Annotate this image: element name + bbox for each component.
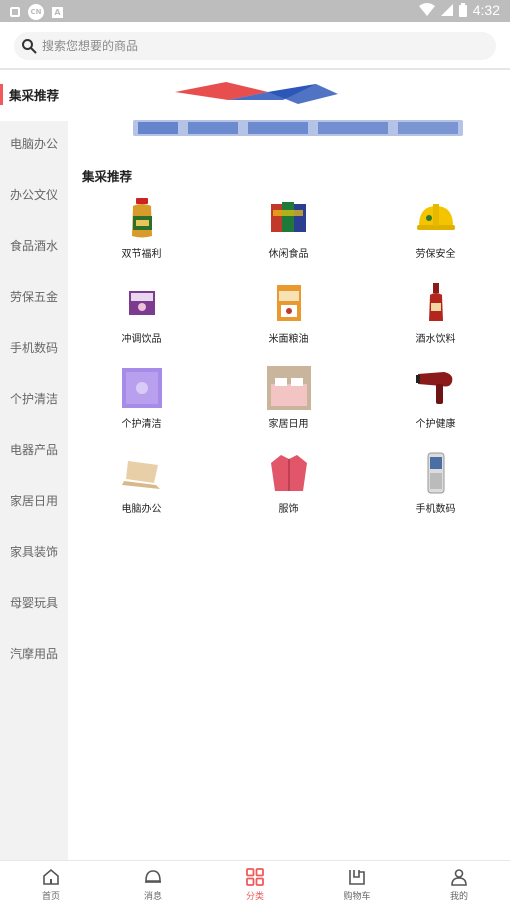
category-item-wine[interactable]: 酒水饮料 bbox=[362, 281, 509, 366]
promo-banner[interactable] bbox=[78, 80, 503, 142]
wine-bottle-icon bbox=[428, 283, 443, 321]
cleaning-pack-icon bbox=[121, 368, 162, 408]
category-label: 酒水饮料 bbox=[415, 334, 456, 345]
tab-messages[interactable]: 消息 bbox=[102, 861, 204, 904]
cc-badge-icon: CN bbox=[28, 4, 44, 20]
tab-label: 购物车 bbox=[343, 892, 371, 902]
category-item-snacks[interactable]: 休闲食品 bbox=[215, 196, 362, 281]
category-label: 个护健康 bbox=[415, 419, 456, 430]
oil-bottle-icon bbox=[131, 198, 152, 238]
category-label: 电脑办公 bbox=[121, 504, 162, 515]
tab-category[interactable]: 分类 bbox=[204, 861, 306, 904]
status-time: 4:32 bbox=[472, 2, 500, 18]
sidebar-item-baby-toys[interactable]: 母婴玩具 bbox=[0, 578, 68, 629]
tab-label: 消息 bbox=[143, 892, 162, 902]
search-icon bbox=[22, 39, 37, 54]
home-icon bbox=[43, 868, 59, 885]
tab-label: 我的 bbox=[449, 892, 468, 902]
sidebar-item-household[interactable]: 家居日用 bbox=[0, 476, 68, 527]
category-label: 劳保安全 bbox=[415, 249, 456, 260]
category-item-personal-care[interactable]: 个护清洁 bbox=[68, 366, 215, 451]
sidebar-item-phones[interactable]: 手机数码 bbox=[0, 323, 68, 374]
category-label: 冲调饮品 bbox=[121, 334, 162, 345]
tab-cart[interactable]: 购物车 bbox=[306, 861, 408, 904]
category-item-safety[interactable]: 劳保安全 bbox=[362, 196, 509, 281]
category-label: 手机数码 bbox=[415, 504, 456, 515]
jacket-icon bbox=[270, 455, 307, 491]
sidebar-item-jicai[interactable]: 集采推荐 bbox=[0, 70, 68, 121]
sidebar-item-appliances[interactable]: 电器产品 bbox=[0, 425, 68, 476]
search-bar bbox=[0, 22, 510, 70]
tab-label: 分类 bbox=[245, 892, 264, 902]
sidebar-item-computer-office[interactable]: 电脑办公 bbox=[0, 119, 68, 170]
category-label: 双节福利 bbox=[121, 249, 162, 260]
rice-bag-icon bbox=[276, 285, 301, 321]
snack-pack-icon bbox=[270, 202, 306, 232]
laptop-icon bbox=[121, 461, 160, 489]
a-badge-icon: A bbox=[52, 6, 63, 18]
search-box[interactable] bbox=[14, 32, 496, 60]
category-item-health[interactable]: 个护健康 bbox=[362, 366, 509, 451]
category-item-drinks-mix[interactable]: 冲调饮品 bbox=[68, 281, 215, 366]
category-icon bbox=[246, 868, 264, 886]
hair-dryer-icon bbox=[415, 372, 452, 404]
wifi-icon bbox=[418, 3, 435, 16]
category-label: 米面粮油 bbox=[268, 334, 309, 345]
category-item-grain-oil[interactable]: 米面粮油 bbox=[215, 281, 362, 366]
cart-icon bbox=[349, 870, 365, 885]
sidebar-item-auto[interactable]: 汽摩用品 bbox=[0, 629, 68, 680]
sidebar-item-office-supplies[interactable]: 办公文仪 bbox=[0, 170, 68, 221]
notification-square-icon bbox=[10, 7, 20, 17]
category-label: 休闲食品 bbox=[268, 249, 309, 260]
sidebar-item-hardware[interactable]: 劳保五金 bbox=[0, 272, 68, 323]
bedding-icon bbox=[266, 366, 311, 410]
category-sidebar: 集采推荐 电脑办公 办公文仪 食品酒水 劳保五金 手机数码 个护清洁 电器产品 … bbox=[0, 70, 68, 860]
sidebar-item-furniture[interactable]: 家具装饰 bbox=[0, 527, 68, 578]
category-label: 个护清洁 bbox=[121, 419, 162, 430]
safety-helmet-icon bbox=[416, 204, 455, 230]
tab-profile[interactable]: 我的 bbox=[408, 861, 510, 904]
category-item-festival[interactable]: 双节福利 bbox=[68, 196, 215, 281]
tab-home[interactable]: 首页 bbox=[0, 861, 102, 904]
category-item-clothing[interactable]: 服饰 bbox=[215, 451, 362, 536]
category-item-phone[interactable]: 手机数码 bbox=[362, 451, 509, 536]
section-title: 集采推荐 bbox=[82, 169, 133, 184]
phone-icon bbox=[427, 452, 444, 494]
category-label: 家居日用 bbox=[268, 419, 309, 430]
status-indicators: 4:32 bbox=[418, 2, 500, 18]
bottom-tab-bar: 首页 消息 分类 购物车 我的 bbox=[0, 860, 510, 904]
drink-box-icon bbox=[128, 291, 155, 315]
category-item-computer[interactable]: 电脑办公 bbox=[68, 451, 215, 536]
category-label: 服饰 bbox=[278, 504, 299, 515]
signal-icon bbox=[440, 4, 453, 16]
status-bar: CN A 4:32 bbox=[0, 0, 510, 22]
category-content: 集采推荐 双节福利 休闲食品 劳保安全 冲调饮品 米面粮油 酒水饮料 个护清洁 … bbox=[68, 70, 510, 860]
category-item-household[interactable]: 家居日用 bbox=[215, 366, 362, 451]
tab-label: 首页 bbox=[41, 892, 60, 902]
sidebar-item-food-drinks[interactable]: 食品酒水 bbox=[0, 221, 68, 272]
status-notifications: CN A bbox=[10, 4, 63, 20]
battery-icon bbox=[458, 3, 467, 17]
sidebar-item-personal-care[interactable]: 个护清洁 bbox=[0, 374, 68, 425]
search-input[interactable] bbox=[42, 32, 482, 60]
profile-icon bbox=[451, 869, 467, 886]
message-icon bbox=[145, 870, 161, 883]
